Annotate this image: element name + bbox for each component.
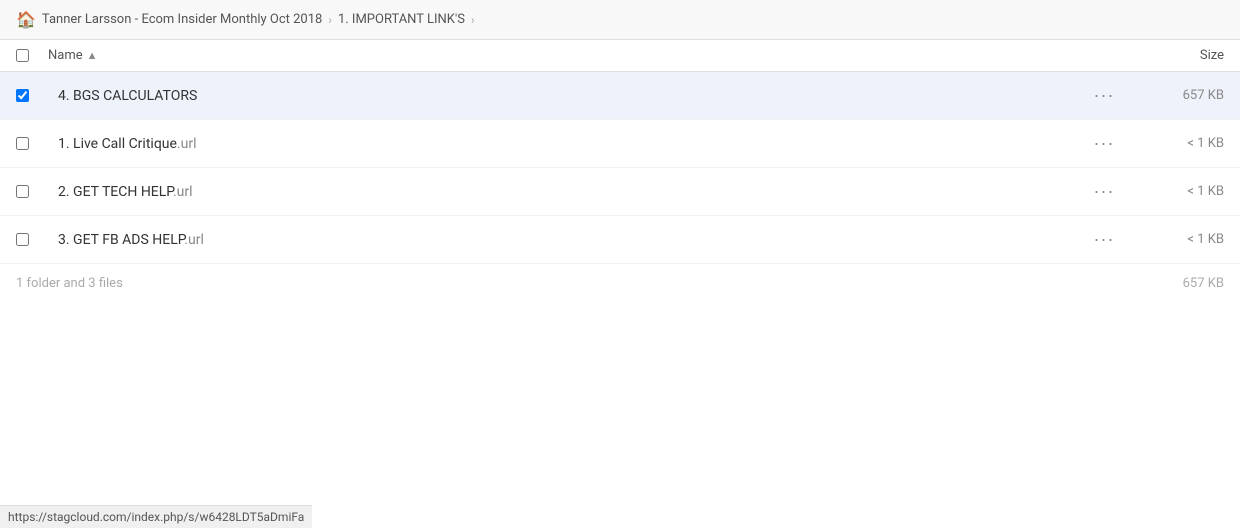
breadcrumb-current-label: 1. IMPORTANT LINK'S xyxy=(338,12,465,27)
sort-arrow-icon: ▲ xyxy=(87,49,98,62)
breadcrumb-home[interactable]: 🏠 Tanner Larsson - Ecom Insider Monthly … xyxy=(16,10,322,29)
more-actions-button[interactable]: ··· xyxy=(1088,83,1121,108)
select-all-col[interactable] xyxy=(16,49,48,62)
name-column-header[interactable]: Name ▲ xyxy=(48,48,1124,63)
row-checkbox[interactable] xyxy=(16,89,29,102)
table-row[interactable]: 2. GET TECH HELP.url ···< 1 KB xyxy=(0,168,1240,216)
breadcrumb-separator-2: › xyxy=(471,13,475,27)
breadcrumb-separator-1: › xyxy=(328,13,332,27)
row-checkbox[interactable] xyxy=(16,233,29,246)
more-actions-button[interactable]: ··· xyxy=(1088,179,1121,204)
table-row[interactable]: 3. GET FB ADS HELP.url ···< 1 KB xyxy=(0,216,1240,264)
status-bar: https://stagcloud.com/index.php/s/w6428L… xyxy=(0,505,312,528)
row-checkbox[interactable] xyxy=(16,137,29,150)
more-actions-button[interactable]: ··· xyxy=(1088,131,1121,156)
item-name: 1. Live Call Critique.url xyxy=(58,136,196,152)
item-size: < 1 KB xyxy=(1124,184,1224,199)
table-header: Name ▲ Size xyxy=(0,40,1240,72)
table-row[interactable]: 4. BGS CALCULATORS ···657 KB xyxy=(0,72,1240,120)
home-icon: 🏠 xyxy=(16,10,36,29)
item-name: 2. GET TECH HELP.url xyxy=(58,184,193,200)
select-all-checkbox[interactable] xyxy=(16,49,29,62)
item-extension: .url xyxy=(184,232,204,248)
summary-row: 1 folder and 3 files 657 KB xyxy=(0,264,1240,303)
item-size: 657 KB xyxy=(1124,88,1224,103)
item-name: 4. BGS CALCULATORS xyxy=(58,88,197,104)
breadcrumb: 🏠 Tanner Larsson - Ecom Insider Monthly … xyxy=(0,0,1240,40)
row-checkbox[interactable] xyxy=(16,185,29,198)
status-url: https://stagcloud.com/index.php/s/w6428L… xyxy=(8,510,304,524)
item-extension: .url xyxy=(177,136,197,152)
summary-size: 657 KB xyxy=(1183,276,1224,291)
breadcrumb-current[interactable]: 1. IMPORTANT LINK'S xyxy=(338,12,465,27)
item-size: < 1 KB xyxy=(1124,232,1224,247)
size-column-header[interactable]: Size xyxy=(1124,48,1224,63)
item-name: 3. GET FB ADS HELP.url xyxy=(58,232,204,248)
size-column-label: Size xyxy=(1200,48,1224,63)
item-extension: .url xyxy=(173,184,193,200)
item-size: < 1 KB xyxy=(1124,136,1224,151)
summary-text: 1 folder and 3 files xyxy=(16,276,123,291)
more-actions-button[interactable]: ··· xyxy=(1088,227,1121,252)
table-row[interactable]: 1. Live Call Critique.url ···< 1 KB xyxy=(0,120,1240,168)
file-list: 4. BGS CALCULATORS···657 KB 1. Live Call… xyxy=(0,72,1240,264)
name-column-label: Name xyxy=(48,48,83,63)
breadcrumb-root-label: Tanner Larsson - Ecom Insider Monthly Oc… xyxy=(42,12,322,27)
